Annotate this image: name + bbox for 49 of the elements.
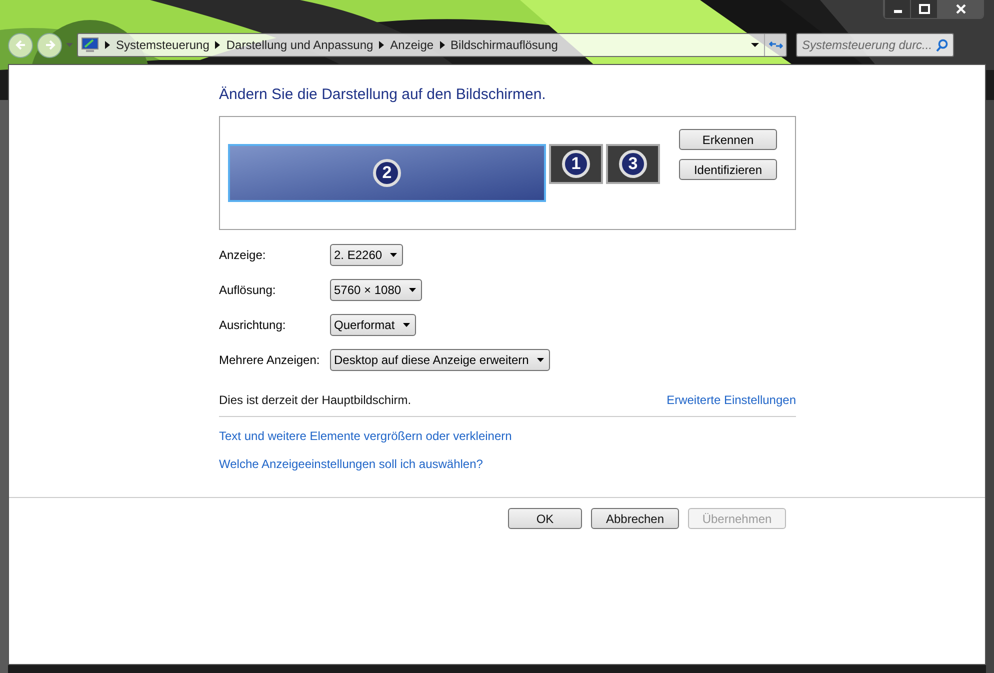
monitor-number: 3	[619, 150, 647, 178]
breadcrumb-item[interactable]: Systemsteuerung	[116, 36, 210, 54]
help-link[interactable]: Text und weitere Elemente vergrößern oder verkleinern	[219, 427, 512, 445]
dialog-button[interactable]: Abbrechen	[591, 508, 679, 529]
dropdown[interactable]: Querformat	[330, 314, 416, 336]
chevron-icon[interactable]	[105, 41, 110, 49]
search-field[interactable]: Systemsteuerung durc...	[796, 33, 954, 57]
status-text: Dies ist derzeit der Hauptbildschirm.	[219, 392, 412, 409]
dialog-button[interactable]: OK	[508, 508, 582, 529]
refresh-icon	[768, 39, 782, 51]
monitor-number: 2	[373, 159, 401, 187]
dropdown[interactable]: 5760 × 1080	[330, 279, 422, 301]
breadcrumb-item[interactable]: Darstellung und Anpassung	[226, 36, 374, 54]
minimize-button[interactable]	[884, 0, 910, 18]
advanced-settings-link[interactable]: Erweiterte Einstellungen	[666, 391, 796, 409]
breadcrumb-item[interactable]: Anzeige	[390, 36, 434, 54]
chevron-icon[interactable]	[379, 41, 384, 49]
monitor-tile[interactable]: 1	[549, 144, 603, 184]
close-icon	[954, 4, 966, 14]
monitor-number: 1	[562, 150, 590, 178]
dropdown-arrow-icon	[390, 253, 398, 257]
dialog-button[interactable]: Erkennen	[679, 129, 777, 150]
dropdown-arrow-icon	[409, 288, 416, 292]
maximize-button[interactable]	[910, 0, 937, 18]
forward-arrow-icon	[44, 39, 56, 51]
dropdown-arrow-icon	[402, 323, 410, 327]
maximize-icon	[918, 4, 930, 14]
dropdown-arrow-icon[interactable]	[751, 43, 759, 47]
help-link[interactable]: Welche Anzeigeeinstellungen soll ich auswählen?	[219, 455, 483, 473]
monitor-tile[interactable]: 3	[606, 144, 660, 184]
page-heading: Ändern Sie die Darstellung auf den Bildschirmen.	[219, 85, 547, 104]
address-bar[interactable]: Systemsteuerung Darstellung und Anpassung Anzeige Bildschirmauflösung	[77, 33, 787, 57]
dialog-button[interactable]: Identifizieren	[679, 159, 777, 180]
dropdown[interactable]: 2. E2260	[330, 244, 404, 266]
chevron-icon[interactable]	[440, 41, 445, 49]
dropdown-arrow-icon	[536, 358, 544, 362]
chevron-icon[interactable]	[215, 41, 220, 49]
setting-label: Anzeige:	[219, 247, 267, 264]
setting-label: Auflösung:	[219, 282, 277, 299]
breadcrumb-item[interactable]: Bildschirmauflösung	[450, 36, 558, 54]
refresh-button[interactable]	[764, 34, 786, 56]
close-button[interactable]	[937, 0, 983, 18]
search-icon	[936, 38, 948, 52]
monitor-icon	[81, 37, 99, 53]
dropdown[interactable]: Desktop auf diese Anzeige erweitern	[330, 349, 550, 371]
monitor-tile[interactable]: 2	[228, 144, 546, 202]
setting-label: Ausrichtung:	[219, 317, 287, 334]
setting-label: Mehrere Anzeigen:	[219, 352, 321, 369]
back-arrow-icon	[14, 39, 26, 51]
